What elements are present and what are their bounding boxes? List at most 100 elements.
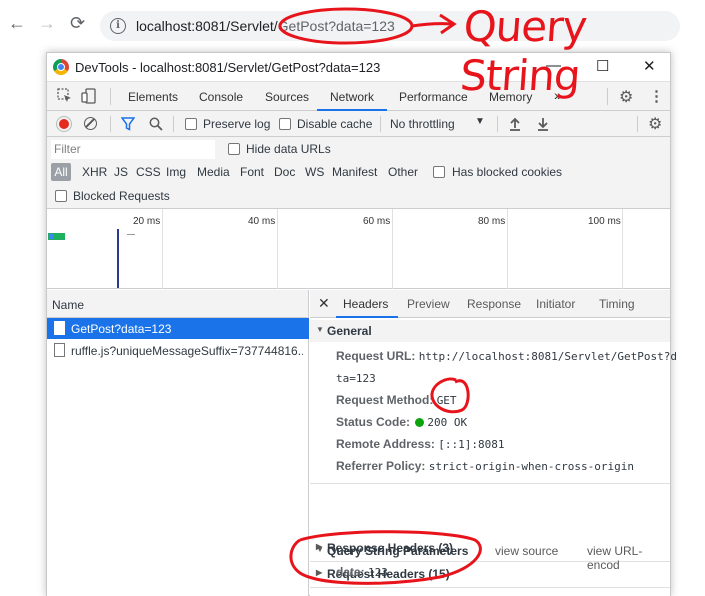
remote-address-row: Remote Address: [::1]:8081 [336, 437, 505, 451]
remote-address-value: [::1]:8081 [438, 438, 505, 451]
hide-data-urls-checkbox[interactable] [228, 143, 240, 155]
back-arrow-icon[interactable]: ← [8, 13, 26, 34]
name-column-header[interactable]: Name [47, 290, 308, 318]
timeline-tick: 20 ms [133, 216, 161, 227]
timeline-gridline [392, 209, 393, 289]
request-row-selected[interactable]: GetPost?data=123 [47, 318, 309, 339]
throttling-dropdown-icon[interactable]: ▼ [475, 116, 485, 127]
request-row[interactable]: ruffle.js?uniqueMessageSuffix=737744816.… [47, 340, 309, 361]
disable-cache-checkbox[interactable] [279, 118, 291, 130]
search-icon[interactable] [149, 117, 163, 131]
tab-preview[interactable]: Preview [407, 297, 450, 311]
preserve-log-label: Preserve log [203, 117, 271, 131]
document-icon [54, 343, 65, 357]
inspect-element-icon[interactable] [57, 88, 73, 104]
active-detail-tab-indicator [336, 316, 398, 318]
request-url-continuation: ta=123 [336, 371, 376, 385]
type-filter-img[interactable]: Img [166, 165, 186, 179]
hide-data-urls-label: Hide data URLs [246, 142, 331, 156]
toolbar-divider [173, 116, 174, 132]
general-title: General [327, 324, 372, 338]
type-filter-css[interactable]: CSS [136, 165, 161, 179]
blocked-requests-label: Blocked Requests [73, 189, 170, 203]
export-har-icon[interactable] [537, 117, 549, 131]
request-url-row: Request URL: http://localhost:8081/Servl… [336, 349, 677, 363]
type-filter-doc[interactable]: Doc [274, 165, 295, 179]
query-string-parameters-title: Query String Parameters [327, 544, 469, 558]
tab-response[interactable]: Response [467, 297, 521, 311]
status-code-value: 200 OK [427, 416, 468, 429]
network-toolbar: Preserve log Disable cache No throttling… [47, 111, 670, 137]
timeline-tick: 80 ms [478, 216, 506, 227]
url-text[interactable]: localhost:8081/Servlet/GetPost?data=123 [136, 18, 395, 34]
import-har-icon[interactable] [509, 117, 521, 131]
has-blocked-cookies-label: Has blocked cookies [452, 165, 563, 179]
throttling-select[interactable]: No throttling [390, 117, 455, 131]
tab-performance[interactable]: Performance [399, 90, 468, 104]
filter-input[interactable]: Filter [51, 140, 215, 159]
filter-bar: Filter Hide data URLs All XHR JS CSS Img… [47, 137, 670, 209]
type-filter-all[interactable]: All [51, 163, 71, 181]
request-url-label: Request URL: [336, 349, 416, 363]
forward-arrow-icon[interactable]: → [38, 13, 56, 34]
close-details-icon[interactable]: ✕ [318, 295, 330, 312]
timeline-tick: 60 ms [363, 216, 391, 227]
request-name: ruffle.js?uniqueMessageSuffix=737744816.… [71, 344, 303, 358]
tab-elements[interactable]: Elements [128, 90, 178, 104]
view-url-encoded-link[interactable]: view URL-encod [587, 544, 670, 572]
type-filter-xhr[interactable]: XHR [82, 165, 107, 179]
timeline-gridline [277, 209, 278, 289]
timeline-gridline [507, 209, 508, 289]
expanded-triangle-icon: ▼ [316, 325, 324, 334]
type-filter-font[interactable]: Font [240, 165, 264, 179]
request-method-row: Request Method: GET [336, 393, 457, 407]
type-filter-other[interactable]: Other [388, 165, 418, 179]
devtools-window: DevTools - localhost:8081/Servlet/GetPos… [46, 52, 677, 596]
type-filter-media[interactable]: Media [197, 165, 230, 179]
has-blocked-cookies-checkbox[interactable] [433, 166, 445, 178]
site-info-icon[interactable]: i [110, 18, 126, 34]
timeline-dash [127, 234, 135, 235]
tab-network[interactable]: Network [330, 90, 374, 104]
blocked-requests-checkbox[interactable] [55, 190, 67, 202]
url-path: GetPost?data=123 [277, 18, 395, 34]
toolbar-divider [497, 116, 498, 132]
request-method-value: GET [436, 394, 457, 407]
chrome-icon [53, 59, 69, 75]
url-host: localhost:8081/Servlet/ [136, 18, 278, 34]
network-overview-timeline[interactable]: 20 ms 40 ms 60 ms 80 ms 100 ms [47, 209, 670, 289]
document-icon [54, 321, 65, 335]
referrer-policy-value: strict-origin-when-cross-origin [428, 460, 635, 473]
tab-console[interactable]: Console [199, 90, 243, 104]
tab-headers[interactable]: Headers [343, 297, 388, 311]
type-filter-js[interactable]: JS [114, 165, 128, 179]
devtools-title: DevTools - localhost:8081/Servlet/GetPos… [75, 60, 381, 75]
filter-icon[interactable] [121, 117, 135, 131]
tab-sources[interactable]: Sources [265, 90, 309, 104]
timeline-request-bar-green [53, 234, 65, 239]
tab-initiator[interactable]: Initiator [536, 297, 575, 311]
tab-timing[interactable]: Timing [599, 297, 635, 311]
toolbar-divider [380, 116, 381, 132]
request-method-label: Request Method: [336, 393, 434, 407]
expanded-triangle-icon: ▼ [316, 545, 324, 554]
reload-icon[interactable]: ⟳ [70, 13, 85, 34]
type-filter-manifest[interactable]: Manifest [332, 165, 377, 179]
request-name: GetPost?data=123 [71, 322, 172, 336]
timeline-gridline [162, 209, 163, 289]
query-param-row: data: 123 [336, 565, 388, 579]
network-settings-gear-icon[interactable]: ⚙ [648, 114, 662, 134]
timeline-tick: 100 ms [588, 216, 621, 227]
record-icon[interactable] [57, 117, 71, 131]
toolbar-divider [637, 116, 638, 132]
preserve-log-checkbox[interactable] [185, 118, 197, 130]
type-filter-ws[interactable]: WS [305, 165, 324, 179]
view-source-link[interactable]: view source [495, 544, 558, 558]
toolbar-divider [110, 88, 111, 105]
clear-icon[interactable] [84, 117, 97, 130]
device-toolbar-icon[interactable] [81, 88, 99, 104]
remote-address-label: Remote Address: [336, 437, 435, 451]
general-section-header[interactable]: ▼ General [310, 320, 670, 342]
collapsed-triangle-icon: ▶ [316, 568, 323, 577]
query-string-parameters-header[interactable]: ▼ Query String Parameters view source vi… [310, 540, 670, 572]
